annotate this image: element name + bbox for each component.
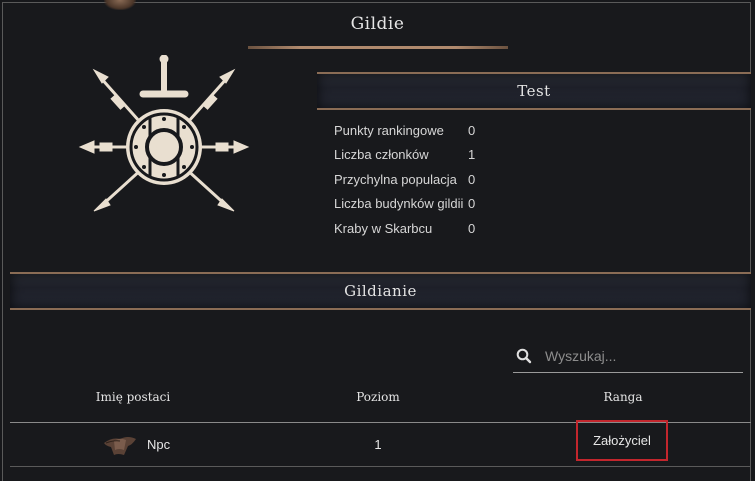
stat-label: Kraby w Skarbcu xyxy=(334,220,433,236)
stat-row: Liczba członków 1 xyxy=(334,143,488,168)
stat-row: Liczba budynków gildii 0 xyxy=(334,192,488,217)
stat-value: 0 xyxy=(468,220,476,236)
corner-ornament xyxy=(104,0,136,10)
members-banner: Gildianie xyxy=(10,272,751,310)
search-icon[interactable] xyxy=(515,347,533,365)
member-search[interactable] xyxy=(513,340,743,373)
column-header-level[interactable]: Poziom xyxy=(320,390,436,404)
stat-row: Przychylna populacja 0 xyxy=(334,167,488,192)
hat-avatar-icon xyxy=(104,437,136,455)
stat-value: 1 xyxy=(468,147,476,163)
guild-name-banner: Test xyxy=(317,72,751,110)
guild-stats: Punkty rankingowe 0 Liczba członków 1 Pr… xyxy=(334,118,488,241)
stat-label: Liczba budynków gildii xyxy=(334,196,464,212)
member-rank[interactable]: Założyciel xyxy=(576,420,668,461)
member-level: 1 xyxy=(374,437,382,452)
member-name[interactable]: Npc xyxy=(147,437,170,452)
stat-label: Przychylna populacja xyxy=(334,171,457,187)
stat-value: 0 xyxy=(468,171,476,187)
stat-value: 0 xyxy=(468,122,476,138)
column-header-name[interactable]: Imię postaci xyxy=(60,390,206,404)
stat-label: Liczba członków xyxy=(334,147,429,163)
guild-emblem-icon xyxy=(78,55,250,212)
title-underline xyxy=(248,46,508,49)
stat-row: Punkty rankingowe 0 xyxy=(334,118,488,143)
search-input[interactable] xyxy=(543,347,743,365)
column-header-rank[interactable]: Ranga xyxy=(560,390,686,404)
table-divider xyxy=(10,466,751,467)
page-title: Gildie xyxy=(350,14,405,34)
guild-name: Test xyxy=(517,82,551,100)
stat-value: 0 xyxy=(468,196,476,212)
table-row[interactable]: Npc 1 Założyciel xyxy=(10,420,751,466)
members-heading: Gildianie xyxy=(344,282,417,300)
member-rank-label: Założyciel xyxy=(593,433,651,448)
stat-label: Punkty rankingowe xyxy=(334,122,444,138)
stat-row: Kraby w Skarbcu 0 xyxy=(334,216,488,241)
